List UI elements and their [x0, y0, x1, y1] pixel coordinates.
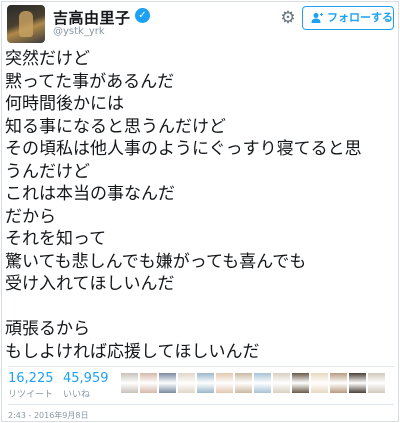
divider	[8, 366, 394, 367]
tweet-timestamp[interactable]: 2:43 - 2016年9月8日	[8, 410, 88, 421]
liker-avatar[interactable]	[121, 373, 138, 393]
retweet-count[interactable]: 16,225 リツイート	[8, 371, 54, 400]
tweet-line	[5, 296, 397, 319]
tweet-line: これは本当の事なんだ	[5, 184, 175, 204]
liker-avatar[interactable]	[159, 373, 176, 393]
avatar[interactable]	[7, 5, 45, 43]
liker-avatar[interactable]	[254, 373, 271, 393]
tweet-card: 吉高由里子 ✓ @ystk_yrk ⚙ フォローする 突然だけど 黙ってた事があ…	[1, 1, 399, 422]
tweet-line: それを知って	[5, 229, 107, 249]
liker-avatar[interactable]	[216, 373, 233, 393]
tweet-line: 何時間後かには	[5, 94, 124, 114]
tweet-line: だから	[5, 206, 56, 227]
account-name[interactable]: 吉高由里子	[53, 7, 131, 28]
account-handle[interactable]: @ystk_yrk	[53, 26, 105, 37]
like-label: いいね	[63, 390, 91, 400]
liker-avatar[interactable]	[178, 373, 195, 393]
liker-avatars	[121, 373, 396, 397]
liker-avatar[interactable]	[330, 373, 347, 393]
tweet-line: うんだけど	[5, 161, 90, 182]
liker-avatar[interactable]	[349, 373, 366, 393]
tweet-line: 突然だけど	[5, 49, 90, 69]
retweet-label: リツイート	[8, 390, 54, 400]
liker-avatar[interactable]	[197, 373, 214, 393]
retweet-number: 16,225	[8, 371, 54, 386]
follow-button-label: フォローする	[327, 11, 393, 24]
tweet-line: 知る事になると思うんだけど	[5, 116, 226, 137]
follow-person-icon	[311, 13, 323, 23]
liker-avatar[interactable]	[273, 373, 290, 393]
like-number: 45,959	[63, 371, 109, 386]
divider	[8, 404, 394, 405]
tweet-line: 受け入れてほしいんだ	[5, 274, 175, 294]
follow-button[interactable]: フォローする	[302, 6, 394, 30]
liker-avatar[interactable]	[140, 373, 157, 393]
liker-avatar[interactable]	[368, 373, 385, 393]
like-count[interactable]: 45,959 いいね	[63, 371, 109, 400]
liker-avatar[interactable]	[292, 373, 309, 393]
liker-avatar[interactable]	[235, 373, 252, 393]
tweet-text: 突然だけど 黙ってた事があるんだ 何時間後かには 知る事になると思うんだけど そ…	[5, 48, 397, 363]
gear-icon[interactable]: ⚙	[279, 9, 297, 27]
tweet-line: 驚いても悲しんでも嫌がっても喜んでも	[5, 251, 307, 272]
tweet-line: もしよければ応援してほしいんだ	[5, 341, 260, 362]
tweet-line: 黙ってた事があるんだ	[5, 71, 175, 92]
tweet-line: その頃私は他人事のようにぐっすり寝てると思	[5, 139, 362, 159]
avatar-figure	[19, 11, 33, 37]
liker-avatar[interactable]	[311, 373, 328, 393]
tweet-line: 頑張るから	[5, 319, 90, 339]
tweet-header: 吉高由里子 ✓ @ystk_yrk ⚙ フォローする	[2, 2, 398, 43]
verified-badge-icon: ✓	[135, 8, 150, 23]
